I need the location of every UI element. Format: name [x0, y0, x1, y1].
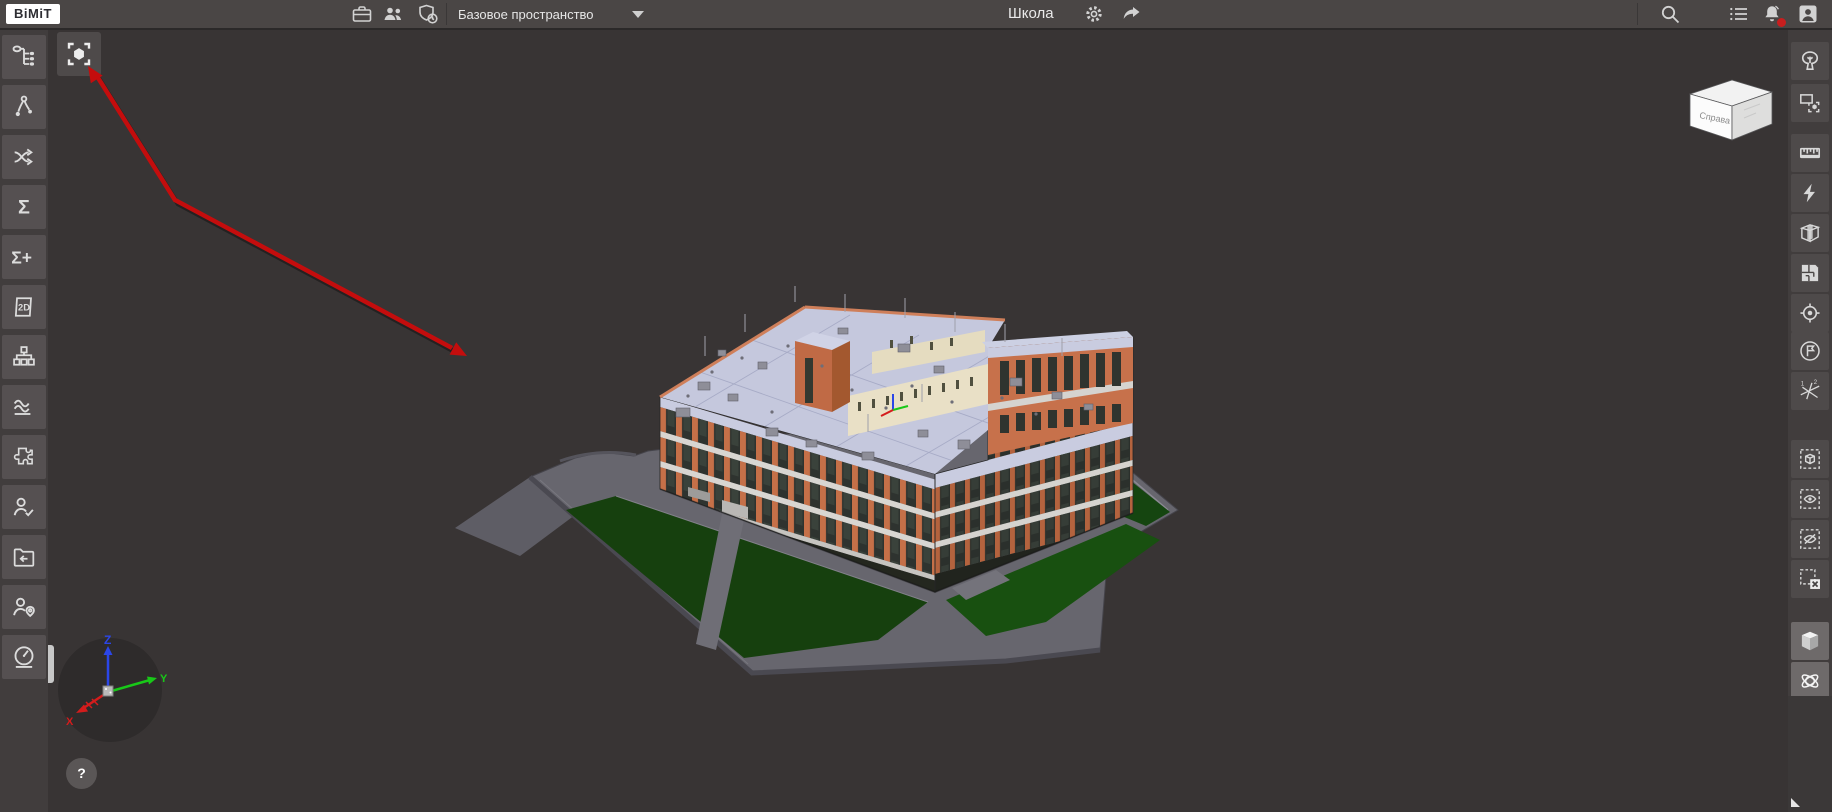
- list-menu-button[interactable]: [1727, 2, 1751, 26]
- cube-icon: [1797, 628, 1823, 654]
- eye-off-icon: [1797, 526, 1823, 552]
- notifications-button[interactable]: [1760, 2, 1784, 26]
- clear-x-icon: [1797, 566, 1823, 592]
- foliage-tree-icon: [1797, 48, 1823, 74]
- share-icon: [1120, 2, 1144, 26]
- sigma-icon: [10, 193, 38, 221]
- section-cube-icon: [1797, 220, 1823, 246]
- tool-environment[interactable]: [1791, 42, 1829, 80]
- avatar-icon: [1796, 2, 1820, 26]
- list-icon: [1727, 2, 1751, 26]
- notification-badge: [1776, 17, 1787, 28]
- isolate-cube-icon: [1797, 446, 1823, 472]
- tool-totals[interactable]: [2, 185, 46, 229]
- projects-button[interactable]: [350, 2, 374, 26]
- select-hexagon-icon: [1797, 90, 1823, 116]
- share-button[interactable]: [1120, 2, 1144, 26]
- building-model-render: [0, 0, 1832, 812]
- person-pin-icon: [10, 593, 38, 621]
- view-cube[interactable]: Справа: [1686, 74, 1778, 144]
- tool-model-structure[interactable]: [2, 35, 46, 79]
- gizmo-y-label: Y: [160, 673, 168, 685]
- gear-icon: [1082, 2, 1106, 26]
- floorplan-icon: [1797, 260, 1823, 286]
- right-toolbar: [1788, 30, 1832, 812]
- gizmo-z-label: Z: [104, 633, 111, 647]
- tool-section[interactable]: [1791, 214, 1829, 252]
- shield-clock-icon: [416, 2, 440, 26]
- tree-icon: [10, 43, 38, 71]
- search-icon: [1658, 2, 1682, 26]
- tool-hide-selected[interactable]: [1791, 520, 1829, 558]
- workspace-selector-value: Базовое пространство: [458, 7, 594, 22]
- toolbar-divider: [1637, 3, 1638, 25]
- sigma-plus-icon: [10, 243, 38, 271]
- tool-orbit-mode[interactable]: [1791, 662, 1829, 700]
- account-button[interactable]: [1796, 2, 1820, 26]
- tool-shared-folder[interactable]: [2, 535, 46, 579]
- person-check-icon: [10, 493, 38, 521]
- tool-selection-frame[interactable]: [1791, 84, 1829, 122]
- tool-focus[interactable]: [1791, 294, 1829, 332]
- users-icon: [381, 2, 405, 26]
- tool-classification[interactable]: [2, 335, 46, 379]
- tool-clear-selection[interactable]: [1791, 560, 1829, 598]
- tool-clash[interactable]: [1791, 174, 1829, 212]
- tool-isolate[interactable]: [1791, 440, 1829, 478]
- toolbar-divider: [446, 3, 447, 25]
- top-bar: BiMiT Базовое пространство Школа: [0, 0, 1832, 30]
- tool-axes-grid[interactable]: [1791, 372, 1829, 410]
- tool-2d-documents[interactable]: [2, 285, 46, 329]
- tool-measure[interactable]: [1791, 134, 1829, 172]
- settings-button[interactable]: [1082, 2, 1106, 26]
- 3d-viewport[interactable]: Справа Z Y X ?: [0, 0, 1832, 812]
- orbit-icon: [1797, 668, 1823, 694]
- collaboration-button[interactable]: [381, 2, 405, 26]
- search-button[interactable]: [1658, 2, 1682, 26]
- waves-icon: [10, 393, 38, 421]
- tool-totals-add[interactable]: [2, 235, 46, 279]
- org-chart-icon: [10, 343, 38, 371]
- tool-analytics[interactable]: [2, 385, 46, 429]
- panel-grip-handle[interactable]: [48, 645, 54, 683]
- 2d-icon: [10, 293, 38, 321]
- tool-dependencies[interactable]: [2, 85, 46, 129]
- tool-user-locations[interactable]: [2, 585, 46, 629]
- tool-solid-view[interactable]: [1791, 622, 1829, 660]
- tool-relations[interactable]: [2, 135, 46, 179]
- target-icon: [1797, 300, 1823, 326]
- branch-icon: [10, 93, 38, 121]
- ruler-icon: [1797, 140, 1823, 166]
- tool-dashboard[interactable]: [2, 635, 46, 679]
- axis-lines-icon: [1797, 378, 1823, 404]
- tool-flags[interactable]: [1791, 332, 1829, 370]
- app-logo: BiMiT: [6, 4, 60, 24]
- tool-show-selected[interactable]: [1791, 480, 1829, 518]
- right-side-panel: [1788, 696, 1832, 812]
- panel-resize-handle[interactable]: [1791, 798, 1800, 807]
- tool-approvals[interactable]: [2, 485, 46, 529]
- axis-gizmo[interactable]: Z Y X: [52, 630, 170, 748]
- chevron-down-icon: [632, 11, 644, 18]
- help-button[interactable]: ?: [66, 758, 97, 789]
- flag-icon: [1797, 338, 1823, 364]
- hexagon-select-icon: [63, 38, 95, 70]
- left-toolbar: [0, 30, 48, 812]
- gauge-icon: [10, 643, 38, 671]
- protection-history-button[interactable]: [416, 2, 440, 26]
- pick-element-button[interactable]: [57, 32, 101, 76]
- briefcase-icon: [350, 2, 374, 26]
- tool-plugins[interactable]: [2, 435, 46, 479]
- tool-floorplan[interactable]: [1791, 254, 1829, 292]
- workspace-selector[interactable]: Базовое пространство: [452, 0, 650, 28]
- eye-icon: [1797, 486, 1823, 512]
- project-title: Школа: [1008, 0, 1054, 28]
- shuffle-icon: [10, 143, 38, 171]
- flash-icon: [1797, 180, 1823, 206]
- puzzle-icon: [10, 443, 38, 471]
- folder-arrow-icon: [10, 543, 38, 571]
- gizmo-x-label: X: [66, 716, 74, 728]
